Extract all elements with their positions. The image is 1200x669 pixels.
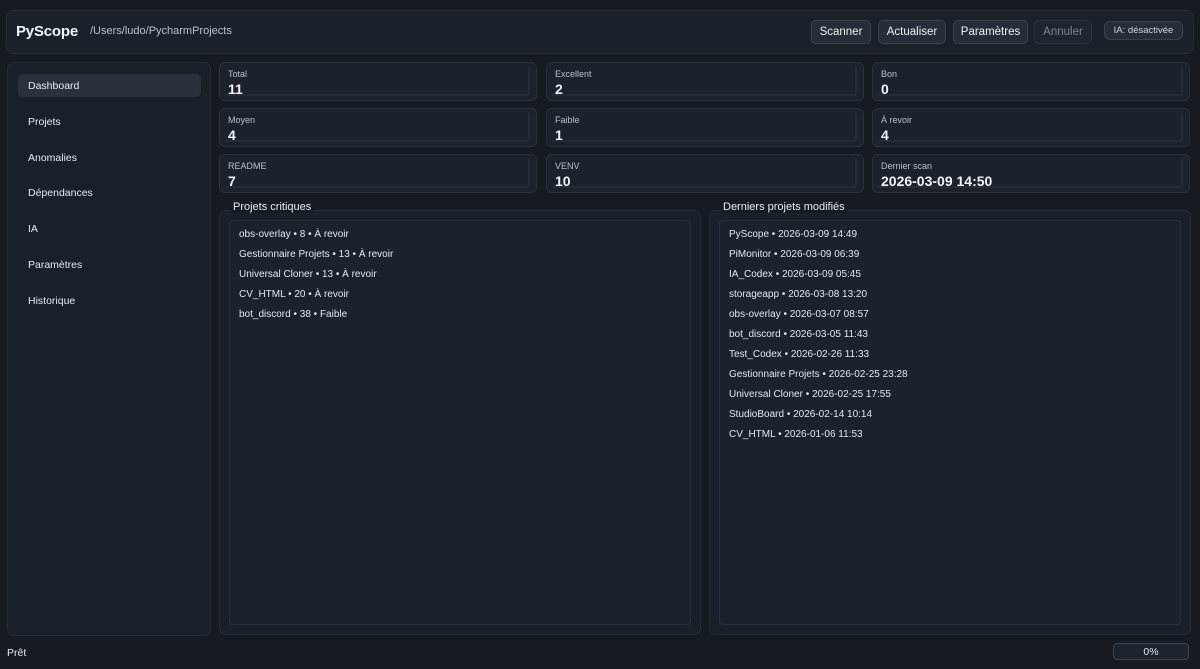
stat-card-bon: Bon 0	[872, 62, 1190, 101]
stat-value: 0	[881, 81, 889, 97]
sidebar-item-projets[interactable]: Projets	[18, 110, 201, 133]
sidebar-item-dashboard[interactable]: Dashboard	[18, 74, 201, 97]
list-item[interactable]: PyScope • 2026-03-09 14:49	[729, 229, 857, 240]
app-title: PyScope	[16, 23, 78, 40]
sidebar-item-historique[interactable]: Historique	[18, 289, 201, 312]
list-item[interactable]: Gestionnaire Projets • 2026-02-25 23:28	[729, 369, 908, 380]
stat-card-readme: README 7	[219, 154, 537, 193]
list-item[interactable]: obs-overlay • 2026-03-07 08:57	[729, 309, 869, 320]
status-text: Prêt	[7, 647, 27, 659]
list-item[interactable]: Gestionnaire Projets • 13 • À revoir	[239, 249, 393, 260]
list-item[interactable]: CV_HTML • 20 • À revoir	[239, 289, 349, 300]
list-item[interactable]: obs-overlay • 8 • À revoir	[239, 229, 349, 240]
settings-button[interactable]: Paramètres	[953, 20, 1028, 44]
stat-card-a-revoir: À revoir 4	[872, 108, 1190, 147]
progress-bar: 0%	[1113, 643, 1189, 660]
cancel-button: Annuler	[1034, 20, 1092, 44]
app-window: PyScope /Users/ludo/PycharmProjects Scan…	[0, 0, 1200, 669]
sidebar-item-parametres[interactable]: Paramètres	[18, 253, 201, 276]
stat-label: Excellent	[555, 69, 592, 79]
list-item[interactable]: bot_discord • 2026-03-05 11:43	[729, 329, 868, 340]
ia-status-badge: IA: désactivée	[1104, 21, 1183, 40]
recent-projects-list[interactable]: PyScope • 2026-03-09 14:49 PiMonitor • 2…	[719, 220, 1181, 625]
list-item[interactable]: StudioBoard • 2026-02-14 10:14	[729, 409, 872, 420]
stat-value: 10	[555, 173, 571, 189]
stat-value: 2026-03-09 14:50	[881, 173, 993, 189]
stat-label: VENV	[555, 161, 580, 171]
list-item[interactable]: CV_HTML • 2026-01-06 11:53	[729, 429, 863, 440]
stat-value: 11	[228, 81, 243, 97]
list-item[interactable]: bot_discord • 38 • Faible	[239, 309, 347, 320]
stat-card-last-scan: Dernier scan 2026-03-09 14:50	[872, 154, 1190, 193]
stat-value: 1	[555, 127, 563, 143]
stat-label: README	[228, 161, 267, 171]
stat-card-venv: VENV 10	[546, 154, 864, 193]
stat-label: Dernier scan	[881, 161, 933, 171]
stat-value: 2	[555, 81, 563, 97]
stat-value: 7	[228, 173, 236, 189]
stat-label: Total	[228, 69, 248, 79]
recent-projects-title: Derniers projets modifiés	[721, 201, 847, 213]
list-item[interactable]: Test_Codex • 2026-02-26 11:33	[729, 349, 869, 360]
sidebar-item-ia[interactable]: IA	[18, 217, 201, 240]
critical-projects-title: Projets critiques	[231, 201, 314, 213]
stat-label: Faible	[555, 115, 580, 125]
critical-projects-list[interactable]: obs-overlay • 8 • À revoir Gestionnaire …	[229, 220, 691, 625]
list-item[interactable]: IA_Codex • 2026-03-09 05:45	[729, 269, 861, 280]
stat-card-moyen: Moyen 4	[219, 108, 537, 147]
stat-label: Bon	[881, 69, 898, 79]
stat-label: À revoir	[881, 115, 913, 125]
stat-card-total: Total 11	[219, 62, 537, 101]
list-item[interactable]: PiMonitor • 2026-03-09 06:39	[729, 249, 859, 260]
sidebar: Dashboard Projets Anomalies Dépendances …	[7, 62, 211, 636]
refresh-button[interactable]: Actualiser	[878, 20, 946, 44]
list-item[interactable]: storageapp • 2026-03-08 13:20	[729, 289, 867, 300]
toolbar: PyScope /Users/ludo/PycharmProjects Scan…	[6, 10, 1194, 54]
list-item[interactable]: Universal Cloner • 2026-02-25 17:55	[729, 389, 891, 400]
stat-value: 4	[881, 127, 889, 143]
stat-label: Moyen	[228, 115, 256, 125]
sidebar-item-anomalies[interactable]: Anomalies	[18, 146, 201, 169]
sidebar-item-dependances[interactable]: Dépendances	[18, 181, 201, 204]
stat-card-faible: Faible 1	[546, 108, 864, 147]
list-item[interactable]: Universal Cloner • 13 • À revoir	[239, 269, 377, 280]
stat-card-excellent: Excellent 2	[546, 62, 864, 101]
project-path: /Users/ludo/PycharmProjects	[90, 25, 232, 37]
stat-value: 4	[228, 127, 236, 143]
scan-button[interactable]: Scanner	[811, 20, 871, 44]
